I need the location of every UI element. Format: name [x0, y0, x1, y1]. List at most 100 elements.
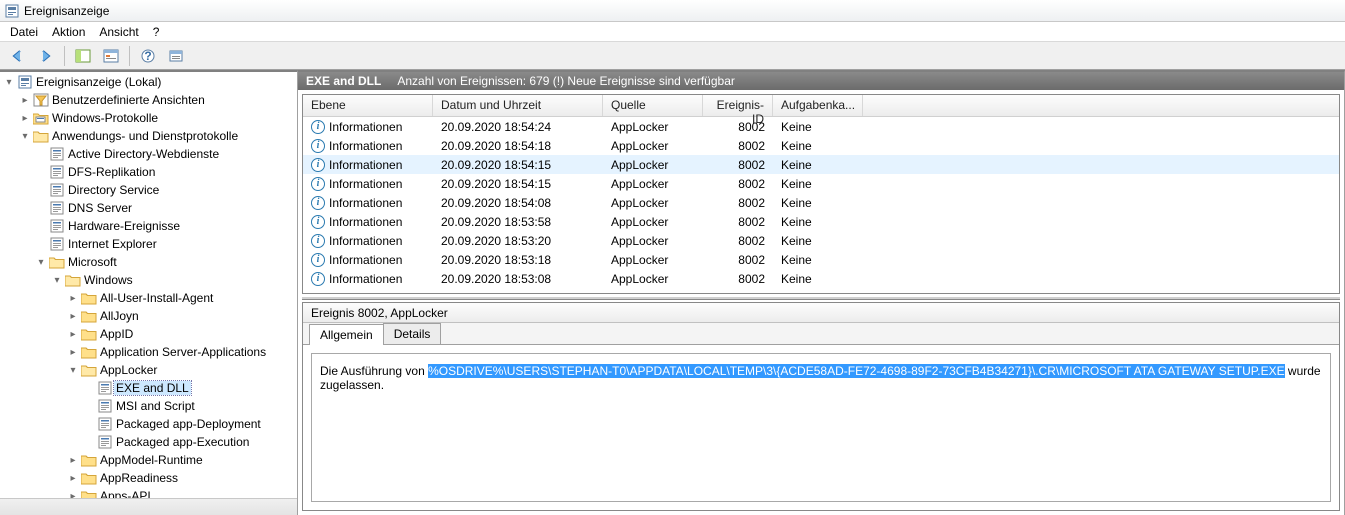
tree-item-ad-web[interactable]: Active Directory-Webdienste [0, 145, 297, 163]
event-row[interactable]: iInformationen20.09.2020 18:53:08AppLock… [303, 269, 1339, 288]
tree-item-label: Windows [82, 273, 133, 287]
event-level: Informationen [329, 177, 402, 191]
msg-prefix: Die Ausführung von [320, 364, 428, 378]
event-time: 20.09.2020 18:54:08 [433, 196, 603, 210]
tree-item-appready[interactable]: ▸AppReadiness [0, 469, 297, 487]
app-icon [4, 3, 20, 19]
filter-icon [32, 93, 50, 107]
tab-general[interactable]: Allgemein [309, 324, 384, 345]
window-title: Ereignisanzeige [24, 4, 109, 18]
event-row[interactable]: iInformationen20.09.2020 18:54:15AppLock… [303, 174, 1339, 193]
navigation-tree[interactable]: ▾Ereignisanzeige (Lokal)▸Benutzerdefinie… [0, 70, 298, 515]
info-icon: i [311, 234, 325, 248]
info-icon: i [311, 158, 325, 172]
col-task[interactable]: Aufgabenka... [773, 95, 863, 116]
event-message[interactable]: Die Ausführung von %OSDRIVE%\USERS\STEPH… [311, 353, 1331, 502]
col-level[interactable]: Ebene [303, 95, 433, 116]
log-icon [48, 219, 66, 233]
log-icon [96, 417, 114, 431]
col-time[interactable]: Datum und Uhrzeit [433, 95, 603, 116]
info-icon: i [311, 215, 325, 229]
tree-item-label: Anwendungs- und Dienstprotokolle [50, 129, 238, 143]
tree-item-label: DNS Server [66, 201, 132, 215]
tree-item-dfs[interactable]: DFS-Replikation [0, 163, 297, 181]
tree-item-label: Ereignisanzeige (Lokal) [34, 75, 161, 89]
tree-item-appmodel[interactable]: ▸AppModel-Runtime [0, 451, 297, 469]
event-source: AppLocker [603, 139, 703, 153]
tree-item-applocker[interactable]: ▾AppLocker [0, 361, 297, 379]
folder-icon [80, 490, 98, 503]
col-source[interactable]: Quelle [603, 95, 703, 116]
tree-item-label: Application Server-Applications [98, 345, 266, 359]
event-id: 8002 [703, 253, 773, 267]
event-row[interactable]: iInformationen20.09.2020 18:54:24AppLock… [303, 117, 1339, 136]
info-icon: i [311, 196, 325, 210]
help-button[interactable]: ? [136, 45, 160, 67]
tree-item-appsapi[interactable]: ▸Apps-API [0, 487, 297, 505]
event-row[interactable]: iInformationen20.09.2020 18:54:18AppLock… [303, 136, 1339, 155]
info-icon: i [311, 272, 325, 286]
menu-file[interactable]: Datei [10, 25, 38, 39]
event-id: 8002 [703, 196, 773, 210]
menu-action[interactable]: Aktion [52, 25, 85, 39]
event-row[interactable]: iInformationen20.09.2020 18:53:58AppLock… [303, 212, 1339, 231]
event-row[interactable]: iInformationen20.09.2020 18:53:18AppLock… [303, 250, 1339, 269]
tree-item-root[interactable]: ▾Ereignisanzeige (Lokal) [0, 73, 297, 91]
tree-item-pkg-exe[interactable]: Packaged app-Execution [0, 433, 297, 451]
tree-item-dns[interactable]: DNS Server [0, 199, 297, 217]
tree-item-exe-dll[interactable]: EXE and DLL [0, 379, 297, 397]
event-row[interactable]: iInformationen20.09.2020 18:53:20AppLock… [303, 231, 1339, 250]
tree-item-label: Internet Explorer [66, 237, 157, 251]
msg-path-highlight: %OSDRIVE%\USERS\STEPHAN-T0\APPDATA\LOCAL… [428, 364, 1285, 378]
tab-details[interactable]: Details [383, 323, 442, 344]
log-name: EXE and DLL [306, 74, 381, 88]
event-source: AppLocker [603, 120, 703, 134]
content-header: EXE and DLL Anzahl von Ereignissen: 679 … [298, 72, 1344, 90]
detail-header: Ereignis 8002, AppLocker [303, 303, 1339, 323]
toolbar-separator [64, 46, 65, 66]
tree-item-all-user[interactable]: ▸All-User-Install-Agent [0, 289, 297, 307]
tree-item-windows-logs[interactable]: ▸Windows-Protokolle [0, 109, 297, 127]
tree-item-app-srv[interactable]: ▸Application Server-Applications [0, 343, 297, 361]
tree-item-custom-views[interactable]: ▸Benutzerdefinierte Ansichten [0, 91, 297, 109]
menu-help[interactable]: ? [153, 25, 160, 39]
tree-item-microsoft[interactable]: ▾Microsoft [0, 253, 297, 271]
event-level: Informationen [329, 120, 402, 134]
properties-button[interactable] [99, 45, 123, 67]
tree-item-label: Windows-Protokolle [50, 111, 158, 125]
tree-item-label: Active Directory-Webdienste [66, 147, 219, 161]
tree-item-label: AllJoyn [98, 309, 139, 323]
col-id[interactable]: Ereignis-ID [703, 95, 773, 116]
refresh-button[interactable] [164, 45, 188, 67]
event-source: AppLocker [603, 177, 703, 191]
tree-item-apps-services[interactable]: ▾Anwendungs- und Dienstprotokolle [0, 127, 297, 145]
event-id: 8002 [703, 272, 773, 286]
event-row[interactable]: iInformationen20.09.2020 18:54:15AppLock… [303, 155, 1339, 174]
folder-icon [80, 292, 98, 305]
detail-tabs: Allgemein Details [303, 323, 1339, 345]
event-time: 20.09.2020 18:53:18 [433, 253, 603, 267]
title-bar: Ereignisanzeige [0, 0, 1345, 22]
tree-item-windows[interactable]: ▾Windows [0, 271, 297, 289]
event-list[interactable]: Ebene Datum und Uhrzeit Quelle Ereignis-… [302, 94, 1340, 294]
tree-item-hw[interactable]: Hardware-Ereignisse [0, 217, 297, 235]
event-row[interactable]: iInformationen20.09.2020 18:54:08AppLock… [303, 193, 1339, 212]
content-pane: EXE and DLL Anzahl von Ereignissen: 679 … [298, 70, 1345, 515]
tree-item-ie[interactable]: Internet Explorer [0, 235, 297, 253]
back-button[interactable] [6, 45, 30, 67]
event-id: 8002 [703, 234, 773, 248]
tree-item-dirsvc[interactable]: Directory Service [0, 181, 297, 199]
horizontal-splitter[interactable] [302, 296, 1340, 300]
tree-item-pkg-dep[interactable]: Packaged app-Deployment [0, 415, 297, 433]
info-icon: i [311, 120, 325, 134]
tree-item-appid[interactable]: ▸AppID [0, 325, 297, 343]
forward-button[interactable] [34, 45, 58, 67]
show-hide-tree-button[interactable] [71, 45, 95, 67]
tree-item-msi[interactable]: MSI and Script [0, 397, 297, 415]
column-headers[interactable]: Ebene Datum und Uhrzeit Quelle Ereignis-… [303, 95, 1339, 117]
tree-item-alljoyn[interactable]: ▸AllJoyn [0, 307, 297, 325]
event-source: AppLocker [603, 234, 703, 248]
menu-view[interactable]: Ansicht [99, 25, 138, 39]
event-id: 8002 [703, 215, 773, 229]
event-task: Keine [773, 234, 863, 248]
